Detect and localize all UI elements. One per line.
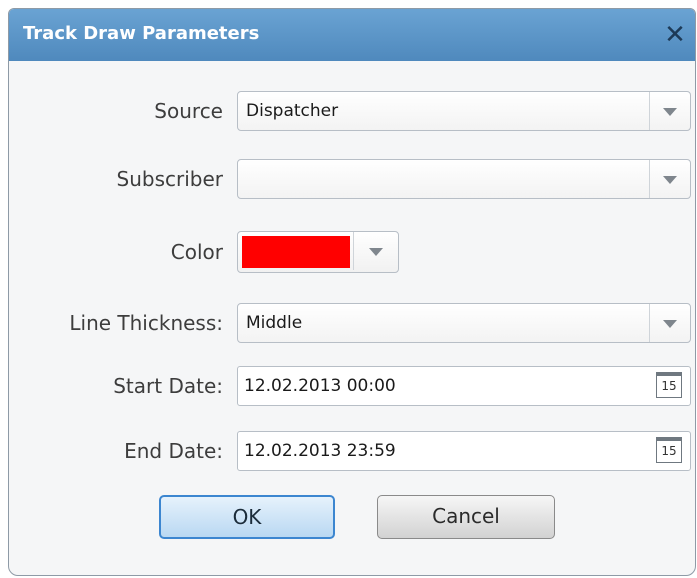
dialog-title-bar: Track Draw Parameters ✕ <box>9 9 695 61</box>
line-thickness-dropdown[interactable]: Middle <box>237 303 691 343</box>
chevron-down-icon <box>663 108 677 116</box>
chevron-down-icon <box>663 176 677 184</box>
calendar-icon[interactable]: 15 <box>656 437 682 463</box>
source-value: Dispatcher <box>246 101 339 121</box>
source-dropdown-button[interactable] <box>649 92 690 130</box>
close-icon[interactable]: ✕ <box>661 21 689 49</box>
track-draw-parameters-dialog: Track Draw Parameters ✕ Source Dispatche… <box>8 8 696 576</box>
color-picker[interactable] <box>237 231 399 273</box>
source-label: Source <box>154 99 223 123</box>
source-dropdown[interactable]: Dispatcher <box>237 91 691 131</box>
start-date-value: 12.02.2013 00:00 <box>244 376 396 396</box>
subscriber-label: Subscriber <box>116 167 223 191</box>
cancel-button[interactable]: Cancel <box>377 495 555 539</box>
color-swatch <box>242 236 350 268</box>
start-date-input[interactable]: 12.02.2013 00:00 15 <box>237 366 691 406</box>
subscriber-dropdown[interactable] <box>237 159 691 199</box>
subscriber-dropdown-button[interactable] <box>649 160 690 198</box>
color-dropdown-button[interactable] <box>353 232 398 270</box>
calendar-icon[interactable]: 15 <box>656 372 682 398</box>
color-label: Color <box>170 240 223 264</box>
line-thickness-label: Line Thickness: <box>69 311 223 335</box>
start-date-label: Start Date: <box>113 374 223 398</box>
chevron-down-icon <box>663 320 677 328</box>
line-thickness-value: Middle <box>246 313 303 333</box>
dialog-title: Track Draw Parameters <box>23 23 260 44</box>
chevron-down-icon <box>369 248 383 256</box>
end-date-value: 12.02.2013 23:59 <box>244 441 396 461</box>
ok-button[interactable]: OK <box>159 495 335 539</box>
end-date-input[interactable]: 12.02.2013 23:59 15 <box>237 431 691 471</box>
end-date-label: End Date: <box>124 439 223 463</box>
line-thickness-dropdown-button[interactable] <box>649 304 690 342</box>
